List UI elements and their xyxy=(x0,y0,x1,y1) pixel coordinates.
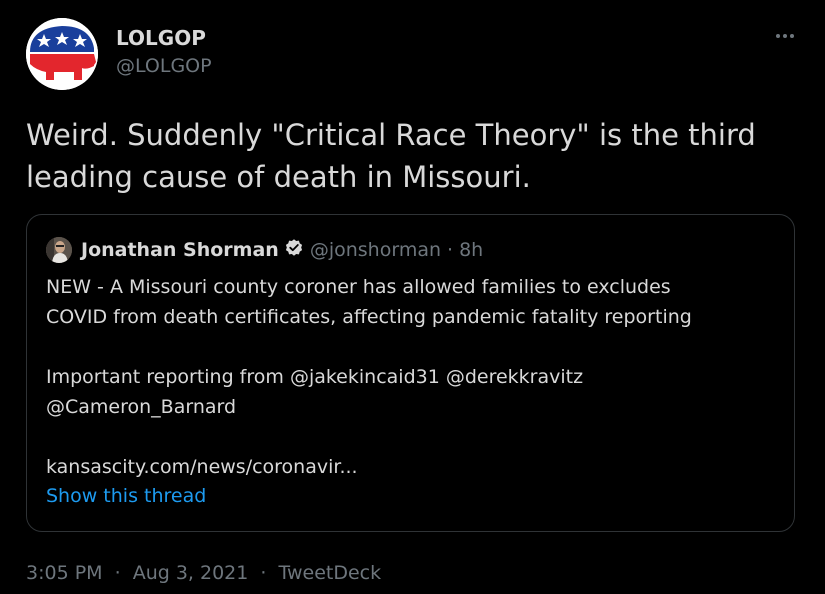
separator-dot: · xyxy=(114,562,121,584)
tweet-text-line: leading cause of death in Missouri. xyxy=(26,160,531,194)
tweet-text: Weird. Suddenly "Critical Race Theory" i… xyxy=(26,114,806,198)
quoted-author-handle[interactable]: @jonshorman xyxy=(310,239,441,261)
more-options-button[interactable] xyxy=(770,26,800,46)
tweet-time[interactable]: 3:05 PM xyxy=(26,562,103,584)
lolgop-avatar[interactable] xyxy=(26,18,98,90)
quoted-text-line: @Cameron_Barnard xyxy=(46,396,237,418)
quoted-tweet-time[interactable]: 8h xyxy=(459,239,483,261)
tweet-detail: LOLGOP @LOLGOP Weird. Suddenly "Critical… xyxy=(0,0,825,594)
quoted-link-text: kansascity.com/news/coronavir... xyxy=(46,456,358,478)
quoted-tweet-header: Jonathan Shorman @jonshorman · 8h xyxy=(46,237,483,263)
author-name[interactable]: LOLGOP xyxy=(116,26,206,50)
tweet-date[interactable]: Aug 3, 2021 xyxy=(133,562,249,584)
author-handle[interactable]: @LOLGOP xyxy=(116,55,212,77)
quoted-author-avatar[interactable] xyxy=(46,237,72,263)
quoted-tweet-text: NEW - A Missouri county coroner has allo… xyxy=(46,272,781,482)
separator-dot: · xyxy=(260,562,267,584)
republican-elephant-icon xyxy=(26,18,98,90)
more-dots-icon xyxy=(790,34,794,38)
tweet-source-link[interactable]: TweetDeck xyxy=(279,562,382,584)
quoted-tweet-card[interactable]: Jonathan Shorman @jonshorman · 8h NEW - … xyxy=(26,214,795,532)
quoted-text-line: NEW - A Missouri county coroner has allo… xyxy=(46,276,671,298)
separator-dot: · xyxy=(447,239,454,261)
show-thread-link[interactable]: Show this thread xyxy=(46,485,206,507)
quoted-text-line: COVID from death certificates, affecting… xyxy=(46,306,692,328)
verified-badge-icon xyxy=(284,238,304,262)
more-dots-icon xyxy=(783,34,787,38)
more-dots-icon xyxy=(776,34,780,38)
tweet-metadata: 3:05 PM · Aug 3, 2021 · TweetDeck xyxy=(26,562,381,584)
tweet-text-line: Weird. Suddenly "Critical Race Theory" i… xyxy=(26,118,756,152)
quoted-text-line: Important reporting from @jakekincaid31 … xyxy=(46,366,584,388)
person-avatar-icon xyxy=(46,237,72,263)
quoted-author-name[interactable]: Jonathan Shorman xyxy=(81,239,279,261)
